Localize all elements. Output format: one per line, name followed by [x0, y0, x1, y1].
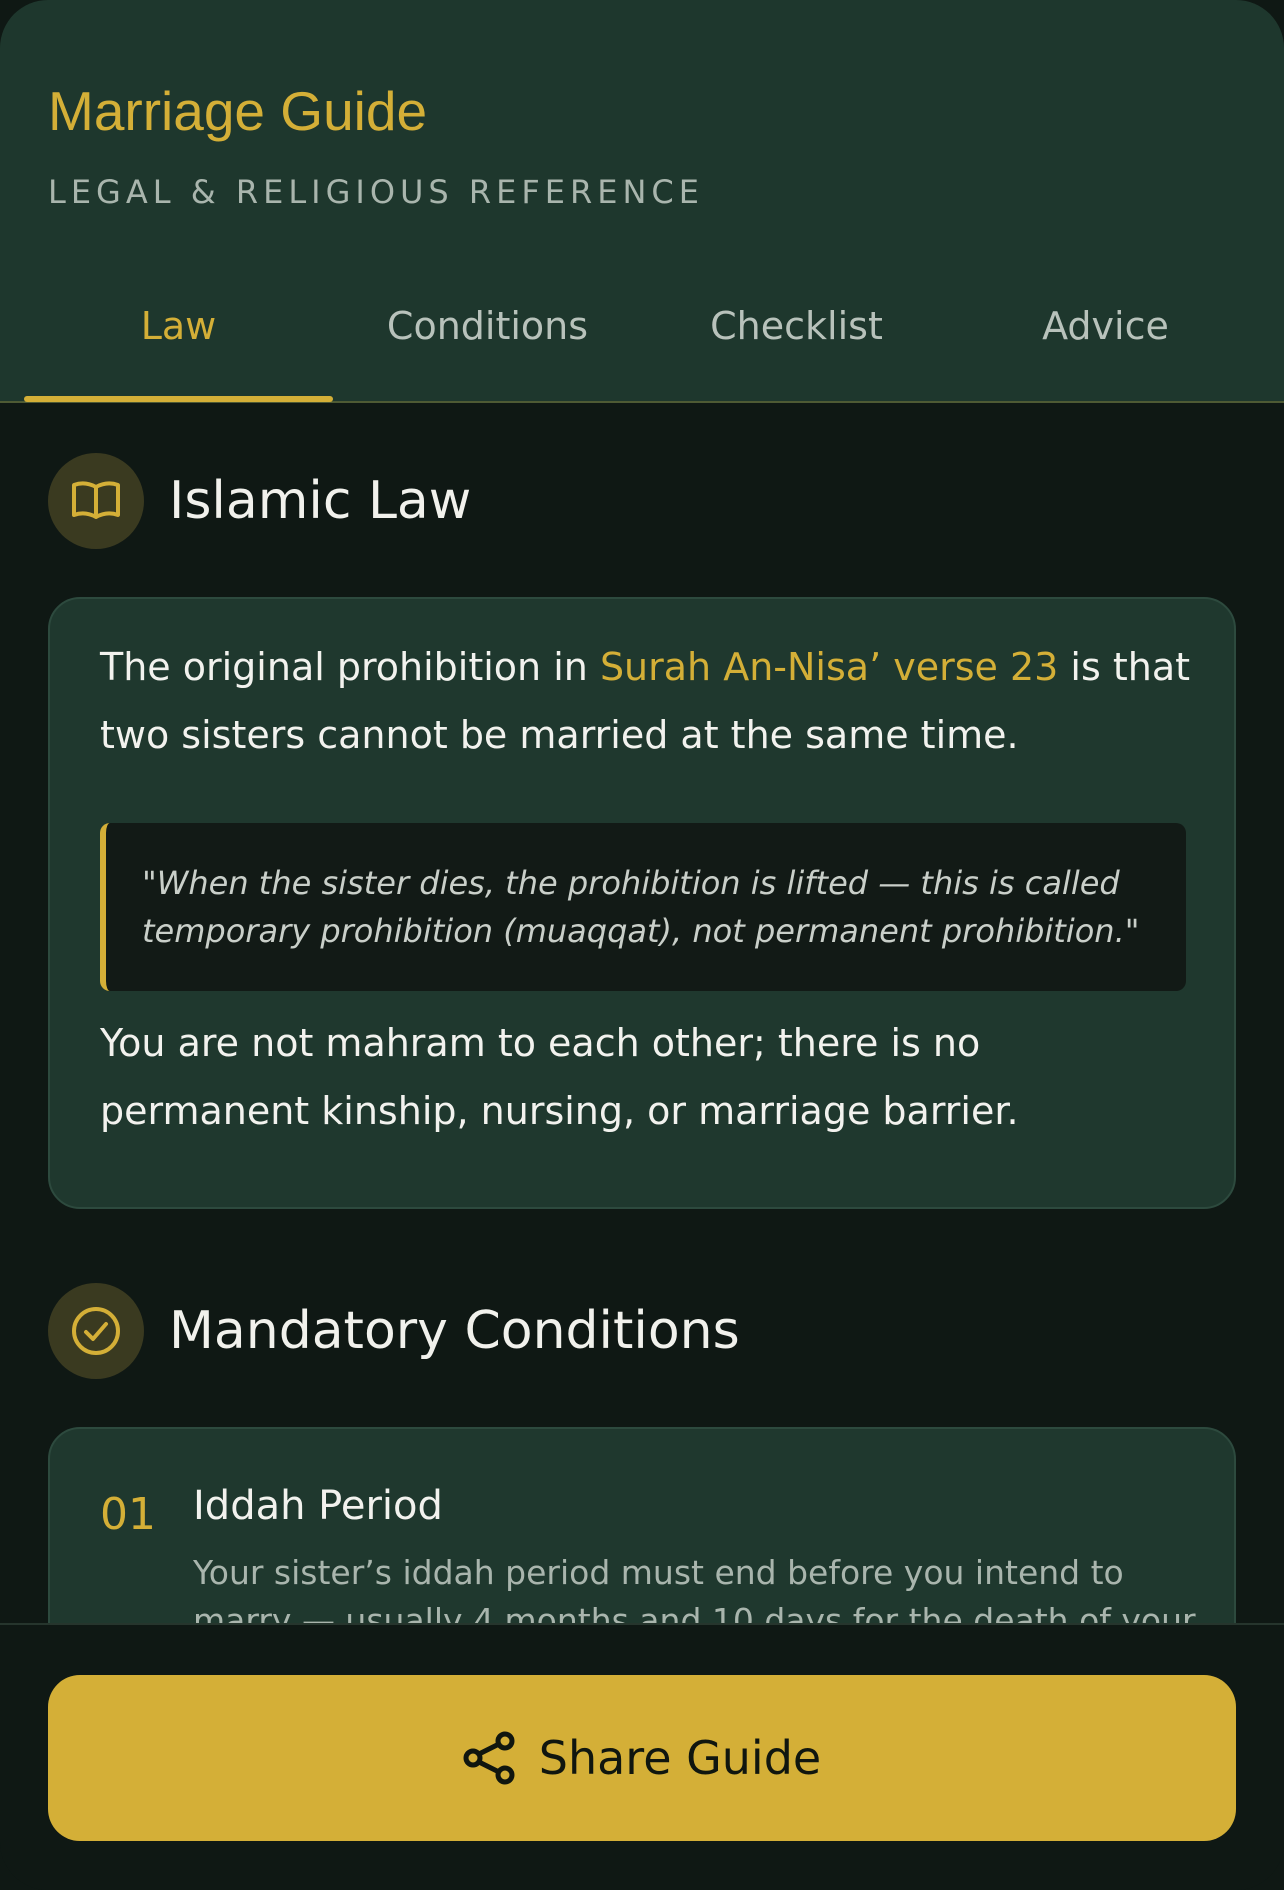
- condition-number: 01: [100, 1489, 156, 1540]
- tab-bar: Law Conditions Checklist Advice: [24, 290, 1260, 402]
- active-tab-indicator: [24, 396, 333, 402]
- tab-label: Conditions: [386, 304, 589, 348]
- tab-label: Checklist: [710, 304, 883, 348]
- share-icon: [463, 1731, 515, 1785]
- tab-checklist[interactable]: Checklist: [642, 290, 951, 402]
- tab-label: Advice: [1042, 304, 1169, 348]
- tab-law[interactable]: Law: [24, 290, 333, 402]
- section-header-conditions: Mandatory Conditions: [48, 1283, 740, 1379]
- law-text: The original prohibition in: [100, 645, 600, 689]
- check-circle-icon: [48, 1283, 144, 1379]
- law-card: The original prohibition in Surah An-Nis…: [48, 597, 1236, 1209]
- app-screen: Marriage Guide LEGAL & RELIGIOUS REFEREN…: [0, 0, 1284, 1890]
- header: Marriage Guide LEGAL & RELIGIOUS REFEREN…: [0, 0, 1284, 403]
- verse-reference: Surah An-Nisa’ verse 23: [599, 645, 1059, 689]
- law-paragraph: The original prohibition in Surah An-Nis…: [100, 633, 1200, 769]
- share-guide-button[interactable]: Share Guide: [48, 1675, 1236, 1841]
- section-title: Mandatory Conditions: [169, 1301, 740, 1361]
- tab-advice[interactable]: Advice: [951, 290, 1260, 402]
- condition-title: Iddah Period: [193, 1483, 443, 1529]
- condition-card: 01 Iddah Period Your sister’s iddah peri…: [48, 1427, 1236, 1625]
- footer: Share Guide: [0, 1623, 1284, 1890]
- app-subtitle: LEGAL & RELIGIOUS REFERENCE: [48, 173, 704, 211]
- tab-conditions[interactable]: Conditions: [333, 290, 642, 402]
- section-title: Islamic Law: [169, 471, 472, 531]
- mahram-paragraph: You are not mahram to each other; there …: [100, 1021, 1019, 1133]
- share-guide-label: Share Guide: [538, 1731, 822, 1785]
- quote-block: "When the sister dies, the prohibition i…: [100, 823, 1186, 991]
- section-header-law: Islamic Law: [48, 453, 471, 549]
- condition-description: Your sister’s iddah period must end befo…: [193, 1553, 1196, 1625]
- tab-label: Law: [140, 304, 217, 348]
- app-title: Marriage Guide: [48, 80, 428, 142]
- content-scroll-area[interactable]: Islamic Law The original prohibition in …: [0, 403, 1284, 1625]
- book-icon: [48, 453, 144, 549]
